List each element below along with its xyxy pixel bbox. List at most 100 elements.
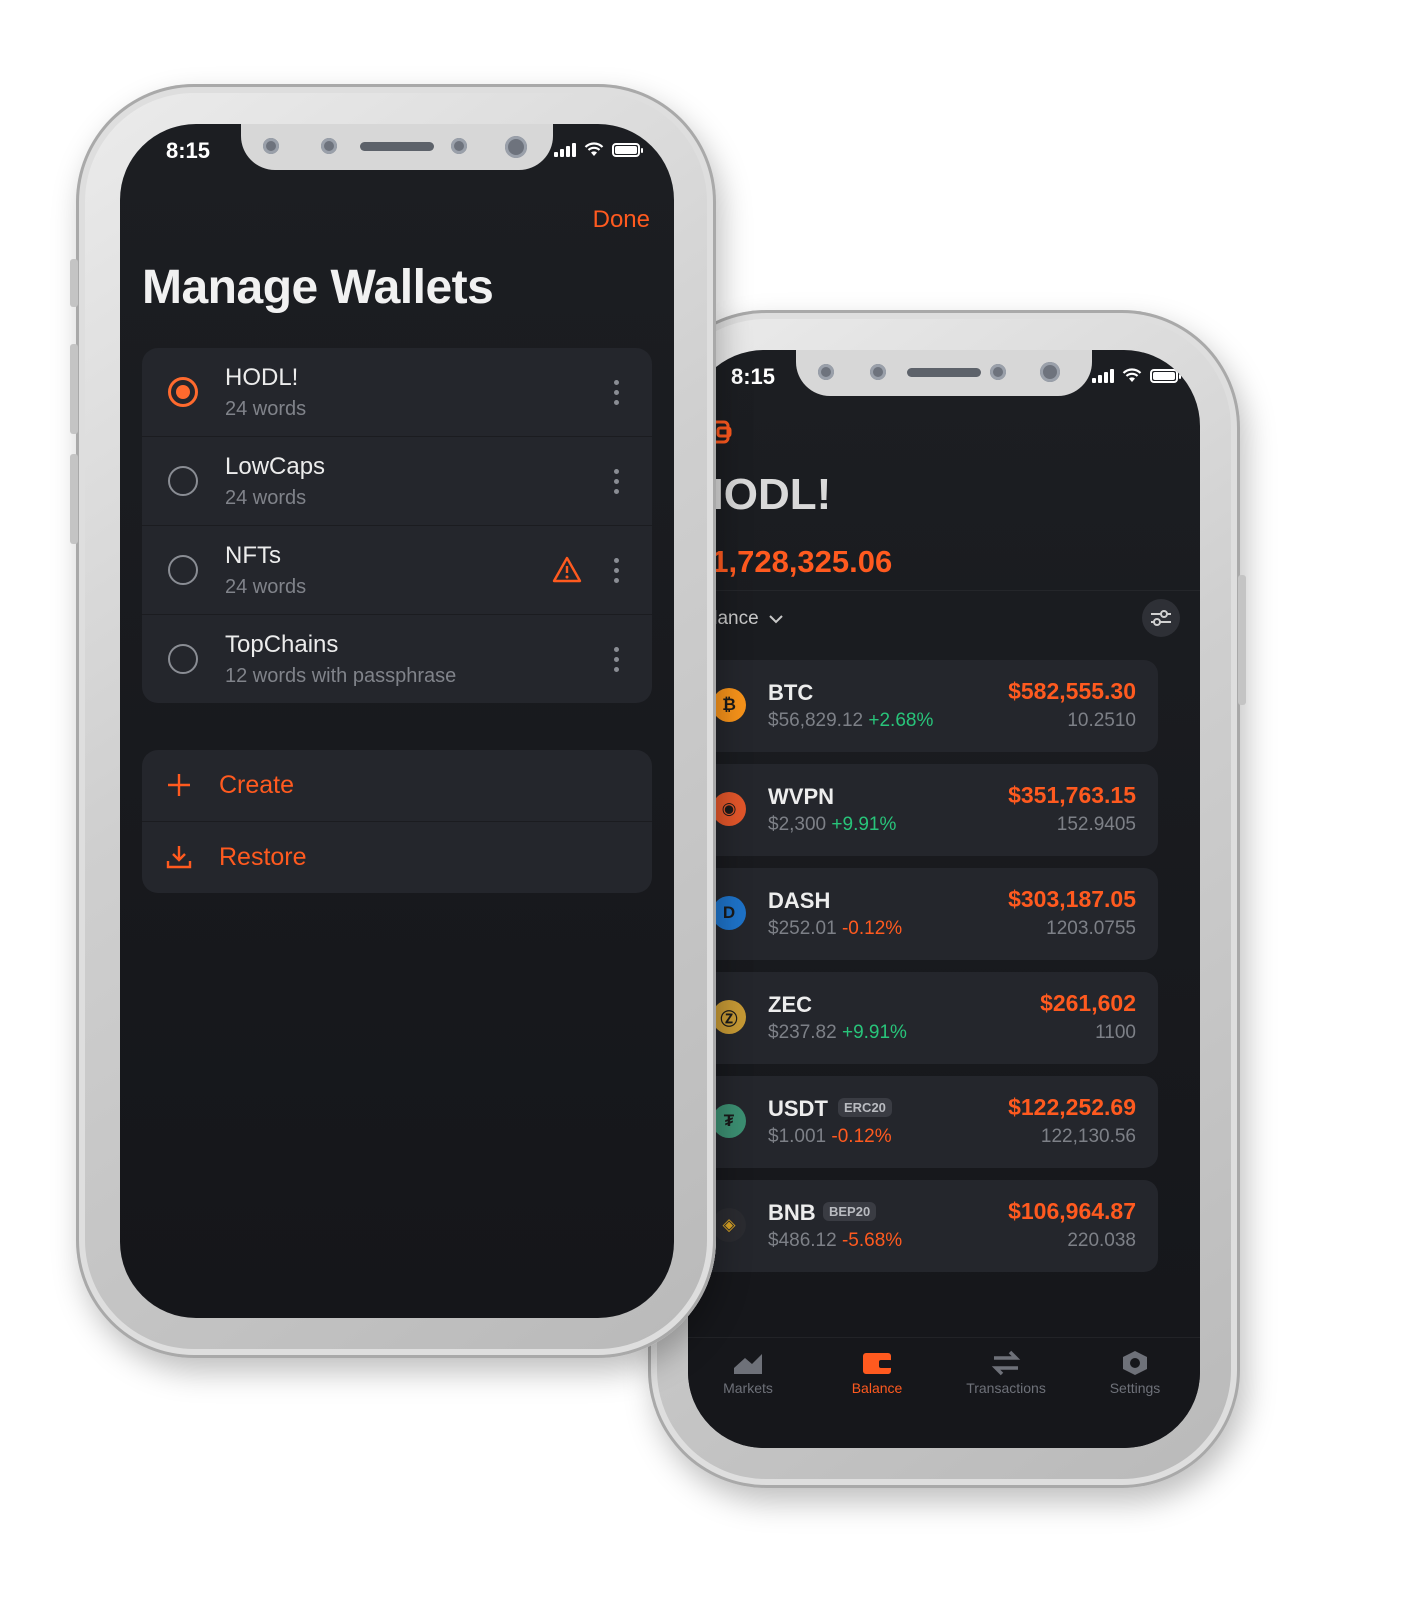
settings-icon xyxy=(1123,1351,1147,1375)
tab-label: Balance xyxy=(851,1380,903,1396)
more-icon[interactable] xyxy=(614,380,620,405)
side-button xyxy=(70,259,78,307)
right-phone-frame: 8:15 HODL! $1,728,325.06 Balance ₿ BTC $56… xyxy=(648,310,1246,1488)
wallet-item-topchains[interactable]: TopChains 12 words with passphrase xyxy=(142,615,652,703)
notch xyxy=(241,124,553,170)
wallet-subtitle: 24 words xyxy=(225,487,307,509)
wallet-item-lowcaps[interactable]: LowCaps 24 words xyxy=(142,437,652,526)
sensor xyxy=(505,136,527,158)
volume-down-button xyxy=(70,454,78,544)
done-button[interactable]: Done xyxy=(593,206,650,234)
speaker xyxy=(360,142,434,151)
wallet-name: LowCaps xyxy=(225,453,326,480)
sensor xyxy=(1040,362,1060,382)
coin-price: $56,829.12 +2.68% xyxy=(768,710,933,732)
price-value: $2,300 xyxy=(768,814,827,835)
coin-row-usdt[interactable]: ₮ USDT ERC20 $1.001 -0.12% $122,252.69 122,13… xyxy=(698,1076,1158,1168)
tether-icon: ₮ xyxy=(712,1104,746,1138)
balance-screen: 8:15 HODL! $1,728,325.06 Balance ₿ BTC $56… xyxy=(688,350,1200,1448)
status-time: 8:15 xyxy=(731,364,776,389)
filter-button[interactable] xyxy=(1142,599,1180,637)
token-standard-badge: BEP20 xyxy=(823,1202,877,1221)
tab-markets[interactable]: Markets xyxy=(688,1350,813,1396)
tab-label: Transactions xyxy=(966,1380,1046,1396)
wallet-name: TopChains xyxy=(225,631,339,658)
wifi-icon xyxy=(1122,368,1142,382)
tab-balance[interactable]: Balance xyxy=(812,1350,942,1396)
plus-icon xyxy=(168,774,190,796)
coin-fiat-value: $351,763.15 xyxy=(1008,782,1136,808)
markets-icon xyxy=(734,1354,762,1374)
radio-icon[interactable] xyxy=(168,466,198,496)
wallet-name: NFTs xyxy=(225,542,281,569)
coin-fiat-value: $122,252.69 xyxy=(1008,1094,1136,1120)
coin-amount: 1100 xyxy=(1095,1022,1136,1043)
sensor xyxy=(990,364,1006,380)
volume-up-button xyxy=(70,344,78,434)
tab-transactions[interactable]: Transactions xyxy=(941,1350,1071,1396)
create-button[interactable]: Create xyxy=(142,750,652,822)
coin-amount: 10.2510 xyxy=(1067,710,1136,731)
coin-fiat-value: $303,187.05 xyxy=(1008,886,1136,912)
price-value: $252.01 xyxy=(768,918,837,939)
coin-symbol: BTC xyxy=(768,680,814,705)
warning-icon[interactable] xyxy=(552,556,582,583)
left-phone-frame: 8:15 Done Manage Wallets HODL! 24 words xyxy=(70,84,716,1358)
more-icon[interactable] xyxy=(614,558,620,583)
coin-price: $2,300 +9.91% xyxy=(768,814,896,836)
price-value: $56,829.12 xyxy=(768,710,864,731)
wallet-item-nfts[interactable]: NFTs 24 words xyxy=(142,526,652,615)
price-change: +2.68% xyxy=(868,710,934,731)
signal-icon xyxy=(554,143,576,157)
coin-row-zec[interactable]: Ⓩ ZEC $237.82 +9.91% $261,602 1100 xyxy=(698,972,1158,1064)
transactions-icon xyxy=(991,1350,1021,1376)
create-label: Create xyxy=(219,771,295,799)
wallet-subtitle: 12 words with passphrase xyxy=(225,665,457,687)
coin-row-bnb[interactable]: ◈ BNB BEP20 $486.12 -5.68% $106,964.87 220.03… xyxy=(698,1180,1158,1272)
coin-row-wvpn[interactable]: ◉ WVPN $2,300 +9.91% $351,763.15 152.9405 xyxy=(698,764,1158,856)
wallet-item-hodl[interactable]: HODL! 24 words xyxy=(142,348,652,437)
action-list: Create Restore xyxy=(142,750,652,893)
wallet-icon xyxy=(863,1353,892,1374)
sensor xyxy=(321,138,337,154)
radio-icon[interactable] xyxy=(168,644,198,674)
radio-icon[interactable] xyxy=(168,555,198,585)
tab-bar: Markets Balance Transactions Settings xyxy=(688,1337,1200,1448)
battery-icon xyxy=(612,143,643,157)
divider xyxy=(688,590,1200,591)
tab-label: Settings xyxy=(1109,1380,1161,1396)
wallet-name: HODL! xyxy=(225,364,299,391)
bnb-icon: ◈ xyxy=(712,1208,746,1242)
coin-price: $237.82 +9.91% xyxy=(768,1022,907,1044)
side-button xyxy=(1238,575,1246,705)
status-icons xyxy=(554,142,643,157)
restore-button[interactable]: Restore xyxy=(142,822,652,893)
manage-wallets-screen: 8:15 Done Manage Wallets HODL! 24 words xyxy=(120,124,674,1318)
coin-row-dash[interactable]: D DASH $252.01 -0.12% $303,187.05 1203.0755 xyxy=(698,868,1158,960)
price-change: +9.91% xyxy=(831,814,897,835)
price-change: -0.12% xyxy=(831,1126,892,1147)
price-value: $1.001 xyxy=(768,1126,827,1147)
sensor xyxy=(870,364,886,380)
price-value: $237.82 xyxy=(768,1022,837,1043)
wallet-subtitle: 24 words xyxy=(225,576,307,598)
zcash-icon: Ⓩ xyxy=(712,1000,746,1034)
bitcoin-icon: ₿ xyxy=(712,688,746,722)
speaker xyxy=(907,368,981,377)
more-icon[interactable] xyxy=(614,469,620,494)
wifi-icon xyxy=(584,142,604,156)
tab-settings[interactable]: Settings xyxy=(1070,1350,1200,1396)
coin-amount: 122,130.56 xyxy=(1040,1126,1136,1147)
token-standard-badge: ERC20 xyxy=(838,1098,892,1117)
coin-symbol: USDT xyxy=(768,1096,828,1121)
coin-fiat-value: $106,964.87 xyxy=(1008,1198,1136,1224)
page-title: Manage Wallets xyxy=(142,261,494,314)
sliders-icon xyxy=(1151,610,1171,626)
price-value: $486.12 xyxy=(768,1230,837,1251)
restore-label: Restore xyxy=(219,843,307,871)
coin-row-btc[interactable]: ₿ BTC $56,829.12 +2.68% $582,555.30 10.2510 xyxy=(698,660,1158,752)
radio-selected-icon[interactable] xyxy=(168,377,198,407)
coin-fiat-value: $582,555.30 xyxy=(1008,678,1136,704)
signal-icon xyxy=(1092,369,1114,383)
more-icon[interactable] xyxy=(614,647,620,672)
